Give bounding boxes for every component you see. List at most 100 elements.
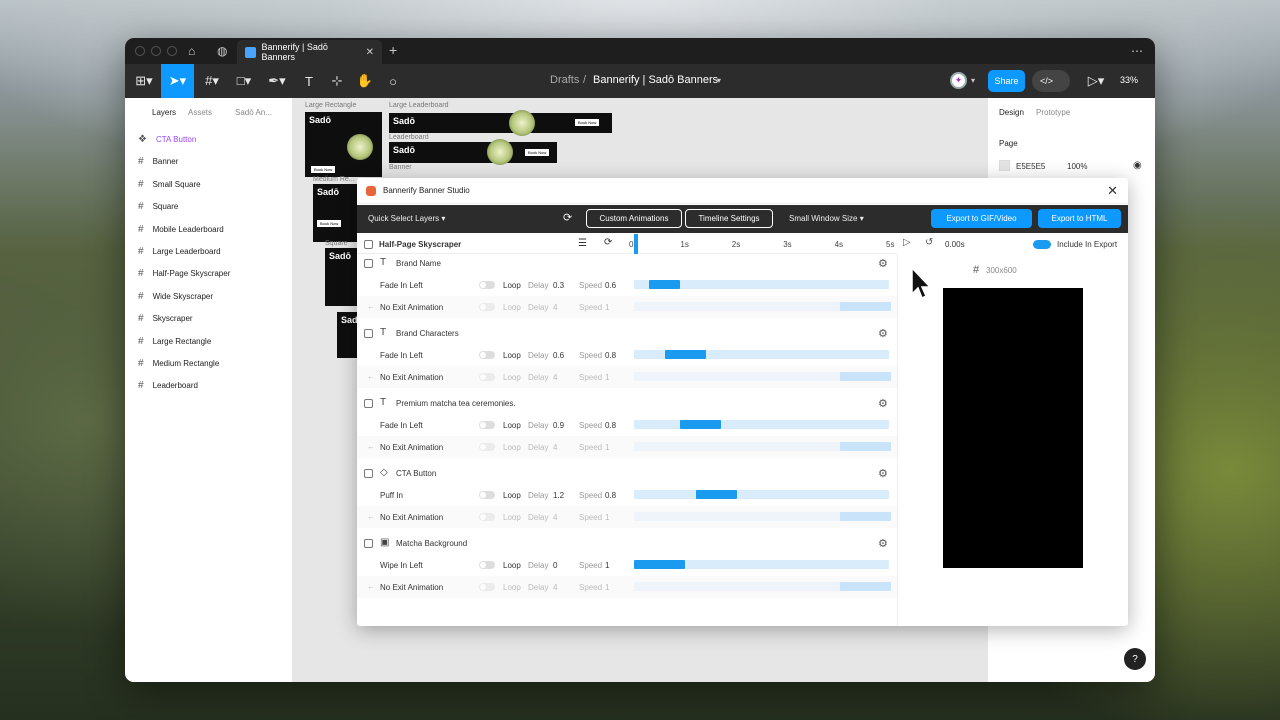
loop-toggle[interactable] (479, 421, 495, 429)
loop-toggle[interactable] (479, 351, 495, 359)
more-icon[interactable]: ⋯ (1131, 42, 1143, 60)
hand-tool-icon[interactable]: ✋ (355, 64, 375, 98)
gear-icon[interactable]: ⚙ (878, 327, 888, 340)
delay-value[interactable]: 4 (553, 513, 557, 522)
playhead[interactable] (634, 234, 638, 254)
window-size-dropdown[interactable]: Small Window Size ▾ (789, 214, 864, 223)
entrance-animation-select[interactable]: Puff In (380, 491, 403, 500)
layer-item[interactable]: # Large Rectangle (138, 336, 211, 347)
custom-animations-button[interactable]: Custom Animations (586, 209, 682, 228)
new-tab-icon[interactable]: + (389, 41, 397, 59)
zoom-level[interactable]: 33% (1120, 75, 1138, 85)
tab-prototype[interactable]: Prototype (1036, 108, 1070, 117)
animation-bar[interactable] (649, 280, 681, 289)
frame-label[interactable]: Medium Re... (313, 176, 355, 183)
frame-label[interactable]: Square (325, 240, 348, 247)
exit-animation-select[interactable]: No Exit Animation (380, 513, 443, 522)
large-leaderboard-frame[interactable]: Sadō Book Now (389, 110, 612, 136)
large-rectangle-frame[interactable]: Sadō Book Now (305, 112, 382, 177)
comment-tool-icon[interactable]: ○ (383, 64, 403, 98)
page-opacity-value[interactable]: 100% (1067, 162, 1087, 171)
layer-item[interactable]: # Wide Skyscraper (138, 291, 213, 302)
layer-item[interactable]: # Medium Rectangle (138, 358, 219, 369)
loop-toggle[interactable] (479, 443, 495, 451)
tab-library[interactable]: Sadō An... (235, 108, 272, 117)
exit-animation-select[interactable]: No Exit Animation (380, 583, 443, 592)
delay-value[interactable]: 4 (553, 443, 557, 452)
layer-item[interactable]: # Skyscraper (138, 313, 193, 324)
frame-label[interactable]: Banner (389, 164, 412, 171)
frame-tool-icon[interactable]: #▾ (199, 64, 225, 98)
loop-toggle[interactable] (479, 513, 495, 521)
dev-mode-toggle[interactable]: </> (1032, 70, 1070, 92)
close-icon[interactable]: ✕ (1107, 183, 1118, 199)
file-name[interactable]: Bannerify | Sadō Banners (593, 74, 718, 86)
exit-bar[interactable] (839, 372, 891, 381)
gear-icon[interactable]: ⚙ (878, 397, 888, 410)
square-frame[interactable]: Sadō (325, 248, 357, 306)
main-menu-icon[interactable]: ⊞▾ (131, 64, 157, 98)
delay-value[interactable]: 0.6 (553, 351, 564, 360)
layer-item[interactable]: # Mobile Leaderboard (138, 224, 224, 235)
entrance-animation-select[interactable]: Fade In Left (380, 351, 423, 360)
frame-label[interactable]: Large Rectangle (305, 102, 356, 109)
help-button[interactable]: ? (1124, 648, 1146, 670)
globe-icon[interactable]: ◍ (217, 42, 227, 60)
gear-icon[interactable]: ⚙ (878, 467, 888, 480)
file-tab[interactable]: Bannerify | Sadō Banners ✕ (237, 40, 382, 64)
home-icon[interactable]: ⌂ (188, 42, 195, 60)
entrance-animation-select[interactable]: Fade In Left (380, 421, 423, 430)
layer-item[interactable]: ❖ CTA Button (138, 134, 196, 145)
speed-value[interactable]: 0.8 (605, 491, 616, 500)
text-tool-icon[interactable]: T (299, 64, 319, 98)
delay-value[interactable]: 0.9 (553, 421, 564, 430)
speed-value[interactable]: 1 (605, 583, 609, 592)
delay-value[interactable]: 4 (553, 303, 557, 312)
layer-item[interactable]: # Banner (138, 156, 178, 167)
gear-icon[interactable]: ⚙ (878, 257, 888, 270)
shape-tool-icon[interactable]: □▾ (231, 64, 257, 98)
speed-value[interactable]: 1 (605, 513, 609, 522)
layer-checkbox[interactable] (364, 469, 373, 478)
chevron-down-icon[interactable]: ▾ (717, 76, 721, 85)
speed-value[interactable]: 1 (605, 561, 609, 570)
layer-checkbox[interactable] (364, 329, 373, 338)
exit-bar[interactable] (839, 582, 891, 591)
export-gif-button[interactable]: Export to GIF/Video (931, 209, 1032, 228)
entrance-animation-select[interactable]: Fade In Left (380, 281, 423, 290)
loop-toggle[interactable] (479, 583, 495, 591)
speed-value[interactable]: 0.8 (605, 351, 616, 360)
present-icon[interactable]: ▷▾ (1085, 64, 1107, 98)
gear-icon[interactable]: ⚙ (878, 537, 888, 550)
play-icon[interactable]: ▷ (903, 237, 911, 248)
animation-bar[interactable] (634, 560, 686, 569)
tab-design[interactable]: Design (999, 108, 1024, 117)
frame-label[interactable]: Leaderboard (389, 134, 429, 141)
list-icon[interactable]: ☰ (578, 238, 587, 249)
speed-value[interactable]: 0.8 (605, 421, 616, 430)
leaderboard-frame[interactable]: Sadō Book Now (389, 139, 557, 165)
layer-item[interactable]: # Leaderboard (138, 380, 198, 391)
banner-preview[interactable] (943, 288, 1083, 568)
exit-animation-select[interactable]: No Exit Animation (380, 443, 443, 452)
loop-toggle[interactable] (479, 281, 495, 289)
animation-bar[interactable] (664, 350, 706, 359)
exit-bar[interactable] (839, 302, 891, 311)
layer-item[interactable]: # Half-Page Skyscraper (138, 268, 230, 279)
frame-label[interactable]: Large Leaderboard (389, 102, 449, 109)
delay-value[interactable]: 1.2 (553, 491, 564, 500)
include-toggle[interactable] (1033, 240, 1051, 249)
entrance-animation-select[interactable]: Wipe In Left (380, 561, 423, 570)
delay-value[interactable]: 0.3 (553, 281, 564, 290)
animation-bar[interactable] (680, 420, 722, 429)
close-icon[interactable]: ✕ (366, 47, 374, 58)
speed-value[interactable]: 0.6 (605, 281, 616, 290)
avatar[interactable]: ✦ (950, 72, 967, 89)
layer-item[interactable]: # Square (138, 201, 178, 212)
eye-icon[interactable]: ◉ (1133, 160, 1142, 171)
resources-icon[interactable]: ⊹ (327, 64, 347, 98)
animation-bar[interactable] (695, 490, 737, 499)
medium-rectangle-frame[interactable]: Sadō Book Now (313, 184, 358, 242)
export-html-button[interactable]: Export to HTML (1038, 209, 1121, 228)
reset-icon[interactable]: ↺ (925, 237, 933, 248)
